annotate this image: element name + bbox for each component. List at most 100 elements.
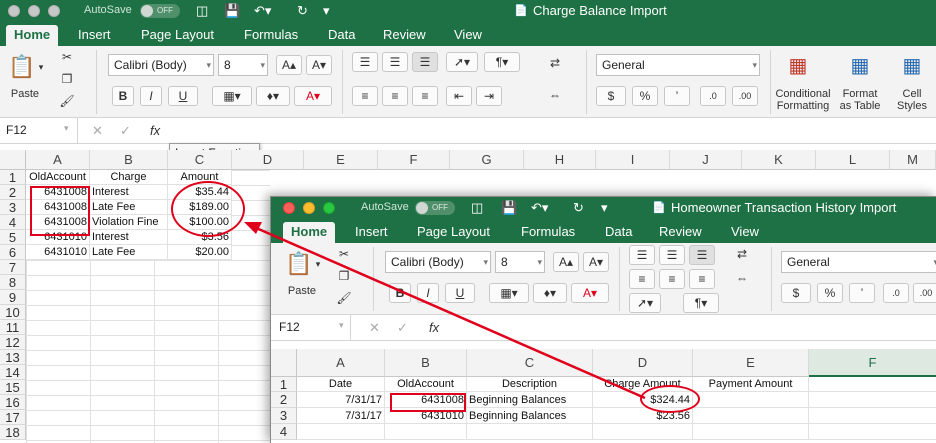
fill-color-icon[interactable]: ♦▾ [256,86,290,106]
tab-review[interactable]: Review [651,222,710,243]
orientation-icon[interactable]: ➚▾ [446,52,478,72]
insert-function-icon[interactable]: fx [429,320,439,335]
column-header-c[interactable]: C [168,150,232,170]
align-right-icon[interactable]: ≡ [412,86,438,106]
cell-f3[interactable] [809,408,936,424]
format-as-table-label[interactable]: Format as Table [836,88,884,112]
number-format-dropdown[interactable]: General▾ [596,54,760,76]
column-header-l[interactable]: L [816,150,890,170]
row-header[interactable]: 10 [0,305,26,320]
font-color-icon[interactable]: A▾ [294,86,332,106]
font-name-dropdown[interactable]: Calibri (Body) ▾ [108,54,214,76]
cell-c3[interactable]: Beginning Balances [467,408,593,424]
row-header[interactable]: 12 [0,335,26,350]
cell-c2[interactable]: Beginning Balances [467,392,593,408]
tab-insert[interactable]: Insert [70,25,119,46]
row-header[interactable]: 5 [0,230,26,245]
font-color-icon[interactable]: A▾ [571,283,609,303]
undo-icon[interactable]: ↶▾ [254,3,271,19]
cell-styles-label[interactable]: Cell Styles [892,88,932,112]
percent-button[interactable]: % [817,283,843,303]
customize-toolbar-icon[interactable]: ▾ [601,200,608,216]
align-center-icon[interactable]: ≡ [382,86,408,106]
fill-color-icon[interactable]: ♦▾ [533,283,567,303]
conditional-formatting-label[interactable]: Conditional Formatting [772,88,834,112]
cell-a2[interactable]: 7/31/17 [297,392,385,408]
select-all-corner[interactable] [0,150,26,170]
underline-button[interactable]: U [168,86,198,106]
font-size-dropdown[interactable]: 8 ▾ [218,54,268,76]
row-header[interactable]: 8 [0,275,26,290]
cut-icon[interactable]: ✂ [335,245,353,265]
autosave-toggle[interactable]: OFF [140,4,180,18]
close-button[interactable] [283,202,295,214]
paste-icon[interactable]: 📋 [285,249,312,279]
cell-d2[interactable]: $324.44 [593,392,693,408]
cell-b1[interactable]: Charge [90,170,168,185]
paste-label[interactable]: Paste [8,88,42,100]
row-header[interactable]: 1 [271,377,297,392]
cell-a6[interactable]: 6431010 [26,245,90,260]
increase-indent-icon[interactable]: ⇥ [476,86,502,106]
column-header-f[interactable]: F [378,150,450,170]
tab-view[interactable]: View [723,222,767,243]
cell-c5[interactable]: $3.56 [168,230,232,245]
cancel-icon[interactable]: ✕ [369,320,380,336]
paragraph-direction-icon[interactable]: ¶▾ [683,293,719,313]
cell-b6[interactable]: Late Fee [90,245,168,260]
cell-f1[interactable] [809,377,936,392]
cell-f2[interactable] [809,392,936,408]
save-icon[interactable]: 💾 [224,3,240,19]
column-header-b[interactable]: B [90,150,168,170]
wrap-text-icon[interactable]: ⇄ [731,245,753,265]
font-name-dropdown[interactable]: Calibri (Body) ▾ [385,251,491,273]
column-header-j[interactable]: J [670,150,742,170]
cell-styles-icon[interactable]: ▦ [898,52,926,80]
align-left-icon[interactable]: ≡ [629,269,655,289]
copy-icon[interactable]: ❐ [58,70,76,90]
row-header[interactable]: 15 [0,380,26,395]
cell-e2[interactable] [693,392,809,408]
grow-font-button[interactable]: A▴ [553,252,579,272]
grow-font-button[interactable]: A▴ [276,55,302,75]
cell-a1[interactable]: Date [297,377,385,392]
copy-icon[interactable]: ❐ [335,267,353,287]
comma-button[interactable]: ’ [664,86,690,106]
cell-b1[interactable]: OldAccount [385,377,467,392]
tab-page-layout[interactable]: Page Layout [133,25,222,46]
paragraph-direction-icon[interactable]: ¶▾ [484,52,520,72]
cell-e3[interactable] [693,408,809,424]
align-center-icon[interactable]: ≡ [659,269,685,289]
currency-button[interactable]: $ [781,283,811,303]
cell-c3[interactable]: $189.00 [168,200,232,215]
align-top-icon[interactable]: ☰ [629,245,655,265]
empty-grid-area[interactable] [232,170,270,443]
row-header[interactable]: 1 [0,170,26,185]
cell-d1[interactable]: Charge Amount [593,377,693,392]
format-painter-icon[interactable]: 🖌 [335,289,353,309]
row-header[interactable]: 3 [271,408,297,424]
bold-button[interactable]: B [389,283,411,303]
enter-icon[interactable]: ✓ [397,320,408,336]
cell-b5[interactable]: Interest [90,230,168,245]
cell-b3[interactable]: Late Fee [90,200,168,215]
shrink-font-button[interactable]: A▾ [306,55,332,75]
row-header[interactable]: 4 [271,424,297,440]
align-middle-icon[interactable]: ☰ [659,245,685,265]
autosave-toggle[interactable]: OFF [415,201,455,215]
tab-review[interactable]: Review [375,25,434,46]
row-header[interactable]: 6 [0,245,26,260]
cell-a4[interactable] [297,424,385,440]
redo-icon[interactable]: ↻ [573,200,584,216]
name-box-dropdown-icon[interactable]: ▾ [339,320,344,331]
enter-icon[interactable]: ✓ [120,123,131,139]
cell-d4[interactable] [593,424,693,440]
borders-icon[interactable]: ▦▾ [212,86,252,106]
align-bottom-icon[interactable]: ☰ [689,245,715,265]
wrap-text-icon[interactable]: ⇄ [544,54,566,74]
cell-b2[interactable]: 6431008 [385,392,467,408]
cell-c4[interactable] [467,424,593,440]
row-header[interactable]: 2 [0,185,26,200]
name-box-dropdown-icon[interactable]: ▾ [64,123,69,134]
cell-c1[interactable]: Amount [168,170,232,185]
